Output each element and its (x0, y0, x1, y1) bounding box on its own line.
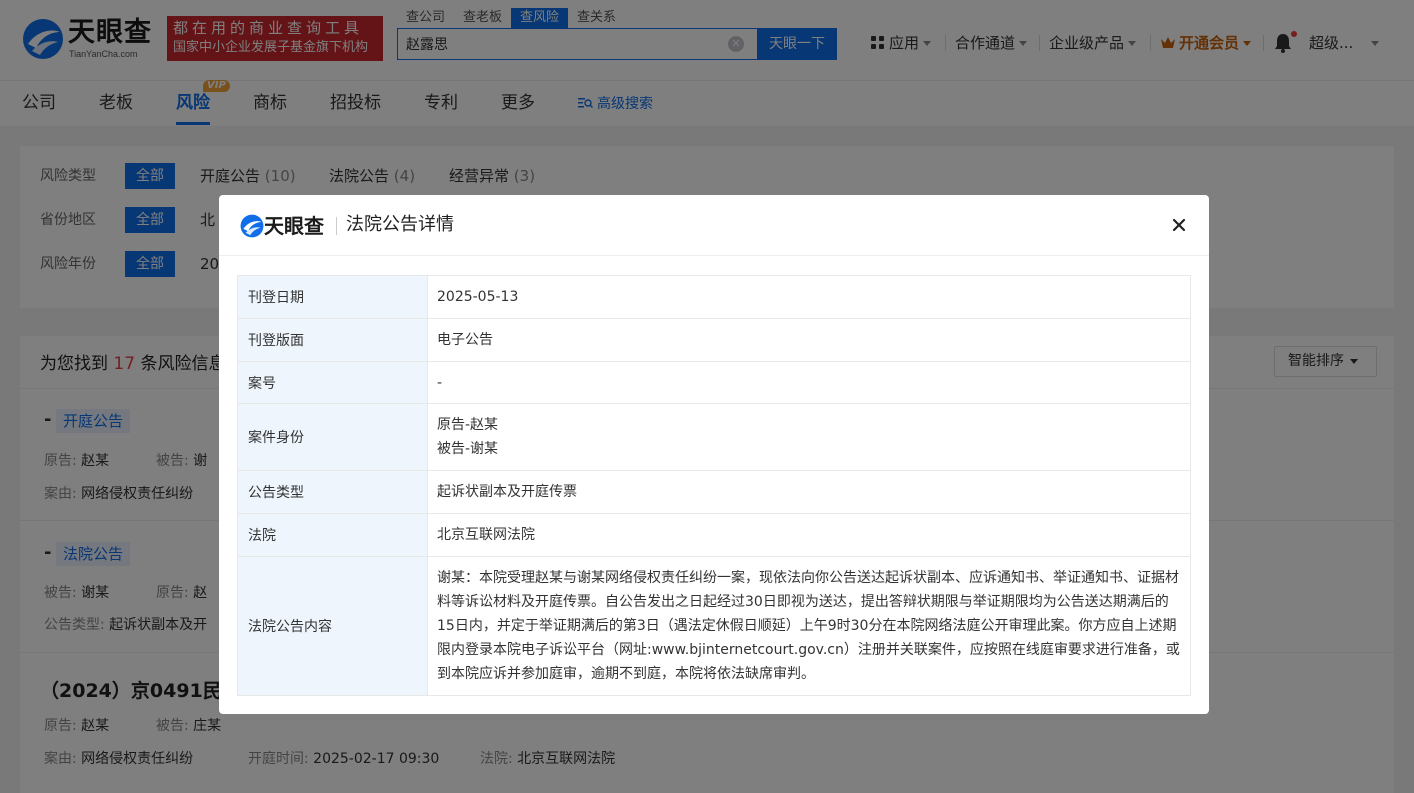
field-label: 法院公告内容 (237, 556, 428, 696)
table-row: 案号 - (237, 361, 1191, 404)
tianyancha-logo-icon (240, 214, 264, 238)
header-divider (336, 217, 337, 235)
notice-content: 谢某：本院受理赵某与谢某网络侵权责任纠纷一案，现依法向你公告送达起诉状副本、应诉… (427, 556, 1191, 696)
court-notice-modal: 天眼查 法院公告详情 刊登日期 2025-05-13 刊登版面 电子公告 案号 … (219, 195, 1209, 714)
field-value: 电子公告 (427, 318, 1191, 362)
modal-title: 法院公告详情 (346, 214, 454, 235)
field-label: 案件身份 (237, 403, 428, 471)
table-row: 刊登日期 2025-05-13 (237, 275, 1191, 319)
notice-detail-table: 刊登日期 2025-05-13 刊登版面 电子公告 案号 - 案件身份 原告-赵… (237, 275, 1191, 696)
defendant-value[interactable]: 被告-谢某 (437, 437, 1181, 461)
field-label: 刊登版面 (237, 318, 428, 362)
modal-logo-text: 天眼查 (264, 214, 324, 238)
table-row: 案件身份 原告-赵某 被告-谢某 (237, 403, 1191, 471)
field-label: 刊登日期 (237, 275, 428, 319)
table-row: 法院公告内容 谢某：本院受理赵某与谢某网络侵权责任纠纷一案，现依法向你公告送达起… (237, 556, 1191, 696)
table-row: 刊登版面 电子公告 (237, 318, 1191, 362)
field-label: 公告类型 (237, 470, 428, 514)
field-value[interactable]: 北京互联网法院 (427, 513, 1191, 557)
field-value: 2025-05-13 (427, 275, 1191, 319)
plaintiff-value[interactable]: 原告-赵某 (437, 413, 1181, 437)
modal-header: 天眼查 法院公告详情 (219, 195, 1209, 256)
field-value: 原告-赵某 被告-谢某 (427, 403, 1191, 471)
field-label: 案号 (237, 361, 428, 404)
table-row: 法院 北京互联网法院 (237, 513, 1191, 557)
field-value: - (427, 361, 1191, 404)
table-row: 公告类型 起诉状副本及开庭传票 (237, 470, 1191, 514)
field-value: 起诉状副本及开庭传票 (427, 470, 1191, 514)
modal-logo: 天眼查 (240, 213, 332, 239)
close-icon[interactable] (1168, 214, 1190, 236)
field-label: 法院 (237, 513, 428, 557)
